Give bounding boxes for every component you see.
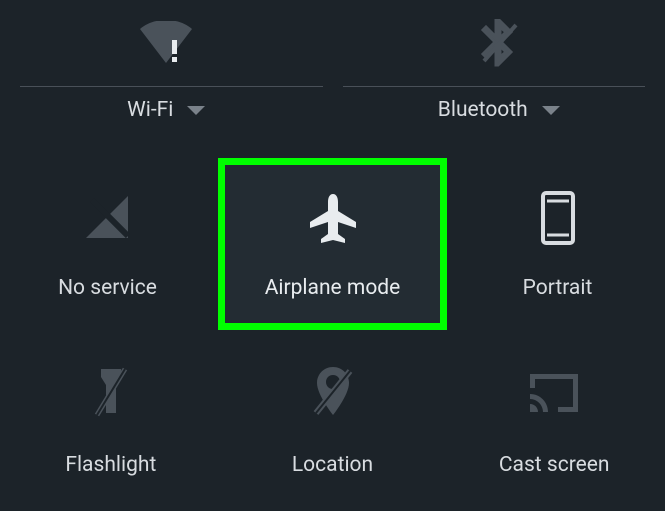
portrait-icon — [538, 188, 578, 248]
top-row-container: Wi-Fi Bluetooth — [0, 0, 665, 155]
bluetooth-dropdown[interactable]: Bluetooth — [438, 98, 560, 122]
flashlight-icon — [91, 363, 131, 423]
bluetooth-tile[interactable]: Bluetooth — [333, 0, 665, 155]
location-label: Location — [292, 453, 373, 477]
top-row: Wi-Fi Bluetooth — [0, 0, 665, 155]
cast-screen-tile[interactable]: Cast screen — [443, 333, 665, 511]
bluetooth-label: Bluetooth — [438, 98, 528, 122]
location-tile[interactable]: Location — [222, 333, 444, 511]
bottom-row: Flashlight Location Cast screen — [0, 333, 665, 511]
flashlight-label: Flashlight — [65, 453, 156, 477]
cast-screen-label: Cast screen — [499, 453, 610, 477]
airplane-mode-tile[interactable]: Airplane mode — [218, 158, 447, 330]
wifi-tile[interactable]: Wi-Fi — [0, 0, 333, 155]
chevron-down-icon — [542, 106, 560, 115]
airplane-mode-label: Airplane mode — [265, 276, 401, 300]
flashlight-tile[interactable]: Flashlight — [0, 333, 222, 511]
portrait-tile[interactable]: Portrait — [450, 155, 665, 333]
bluetooth-icon — [478, 15, 520, 70]
signal-icon — [82, 188, 134, 248]
quick-settings-panel: Wi-Fi Bluetooth — [0, 0, 665, 511]
airplane-icon — [307, 188, 359, 248]
no-service-tile[interactable]: No service — [0, 155, 215, 333]
cast-icon — [526, 363, 582, 423]
wifi-label: Wi-Fi — [127, 98, 173, 122]
no-service-label: No service — [58, 276, 157, 300]
mid-row: No service Airplane mode Portrait — [0, 155, 665, 333]
chevron-down-icon — [187, 106, 205, 115]
location-icon — [310, 363, 356, 423]
portrait-label: Portrait — [523, 276, 593, 300]
wifi-dropdown[interactable]: Wi-Fi — [127, 98, 205, 122]
wifi-icon — [138, 15, 194, 70]
